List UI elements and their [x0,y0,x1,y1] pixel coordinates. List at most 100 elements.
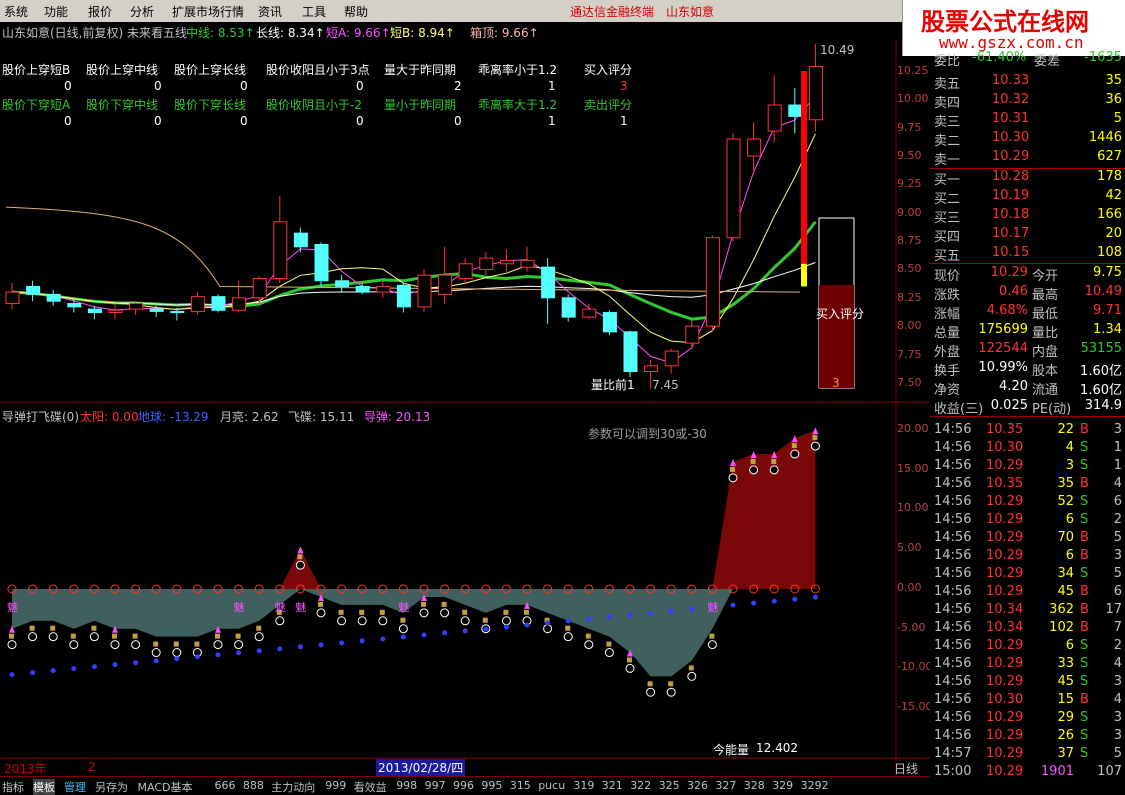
moon-dot [666,687,676,697]
weicha-label: 委差 [1034,54,1061,69]
candle-body [644,365,659,373]
tick-time: 14:56 [934,476,972,491]
formula-tab[interactable]: 329 [772,779,793,792]
period-label[interactable]: 日线 [894,760,918,777]
menu-item-analysis[interactable]: 分析 [130,3,154,20]
bid-row: 买二 10.19 42 [930,188,1125,207]
earth-dot [771,598,777,604]
ask-volume: 1446 [1088,130,1122,145]
stat-value: 9.75 [1093,265,1122,280]
candle-body [685,325,700,344]
earth-dot [442,630,448,636]
menu-item-news[interactable]: 资讯 [258,3,282,20]
stat-row: 总量 175699 量比 1.34 [930,322,1125,341]
formula-tab[interactable]: 315 [510,779,531,792]
ufo-dot [318,601,323,607]
cursor-date: 2013/02/28/四 [376,759,466,776]
formula-tab[interactable]: 看效益 [354,779,387,795]
stat-value: 0.46 [999,284,1028,299]
moon-dot [604,648,614,658]
formula-tab[interactable]: 模板 [33,779,55,795]
energy-label: 今能量 [713,743,750,757]
bid-row: 买四 10.17 20 [930,226,1125,245]
candle-body [747,138,762,157]
tick-time: 14:56 [934,422,972,437]
moon-dot [28,632,38,642]
formula-tab[interactable]: 指标 [2,779,24,795]
bid-label: 买一 [934,173,961,188]
tick-row: 15:00 10.29 1901 107 [930,764,1125,782]
tick-count: 3 [1113,422,1122,437]
price-tick: 9.00 [897,205,922,219]
formula-tab[interactable]: 322 [630,779,651,792]
moon-dot [48,632,58,642]
formula-tab[interactable]: 999 [325,779,346,792]
formula-tab[interactable]: 主力动向 [271,779,315,795]
formula-tab[interactable]: 另存为 [95,779,128,795]
menu-item-tools[interactable]: 工具 [302,3,326,20]
formula-tab[interactable]: pucu [538,779,565,792]
menu-item-system[interactable]: 系统 [4,3,28,20]
indicator-tick: 5.00 [897,541,922,555]
high-price-label: 10.49 [820,43,855,57]
ask-price: 10.31 [992,111,1030,126]
formula-tab[interactable]: 326 [687,779,708,792]
formula-tab[interactable]: 328 [744,779,765,792]
price-tick: 8.50 [897,262,922,276]
formula-tab[interactable]: 327 [715,779,736,792]
tick-time: 14:56 [934,602,972,617]
menu-item-quote[interactable]: 报价 [88,3,112,20]
bid-price: 10.19 [992,188,1030,203]
ask-price: 10.32 [992,92,1030,107]
shortA-line [11,95,816,364]
tick-row: 14:56 10.29 6 S 2 [930,512,1125,530]
moon-dot [728,473,738,483]
formula-tab[interactable]: 666 [215,779,236,792]
tick-price: 10.30 [986,692,1024,707]
formula-tab[interactable]: 997 [425,779,446,792]
price-tick: 9.50 [897,149,922,163]
menu-item-function[interactable]: 功能 [44,3,68,20]
indicator-tick: 15.00 [897,461,929,475]
shortA-label: 短A: 9.66↑ [326,26,391,40]
formula-tab[interactable]: 3292 [801,779,829,792]
tick-price: 10.34 [986,602,1024,617]
formula-tab[interactable]: 325 [659,779,680,792]
moon-dot [419,608,429,618]
candle-body [623,331,638,373]
candle-body [5,291,20,304]
formula-tab[interactable]: 321 [602,779,623,792]
tick-direction: S [1080,710,1089,725]
time-axis-num: 2 [88,760,96,774]
tick-volume: 33 [1057,656,1074,671]
menu-item-extended-market[interactable]: 扩展市场行情 [172,3,244,20]
formula-tab[interactable]: MACD基本 [138,779,193,795]
formula-tab[interactable]: 996 [453,779,474,792]
formula-tab[interactable]: 319 [573,779,594,792]
price-tick: 8.00 [897,319,922,333]
formula-tab[interactable]: 管理 [64,779,86,795]
tick-direction: S [1080,674,1089,689]
earth-dot [380,636,386,642]
menu-item-help[interactable]: 帮助 [344,3,368,20]
ufo-dot [9,633,14,639]
stat-row: 涨幅 4.68% 最低 9.71 [930,303,1125,322]
ufo-dot [338,609,344,615]
tick-row: 14:56 10.29 52 S 6 [930,494,1125,512]
moon-label: 月亮: 2.62 [220,410,279,424]
buy-score-value: 3 [832,376,840,390]
earth-dot [668,608,674,614]
formula-tab[interactable]: 998 [396,779,417,792]
formula-tab[interactable]: 888 [243,779,264,792]
earth-dot [421,632,427,638]
price-tick: 8.75 [897,234,922,248]
earth-dot [812,594,818,600]
price-tick: 9.25 [897,177,922,191]
earth-dot [194,654,200,660]
tick-direction: B [1080,602,1089,617]
moon-dot [625,663,635,673]
tick-price: 10.29 [986,728,1024,743]
tick-row: 14:56 10.29 6 B 3 [930,548,1125,566]
tick-volume: 102 [1049,620,1074,635]
formula-tab[interactable]: 995 [481,779,502,792]
